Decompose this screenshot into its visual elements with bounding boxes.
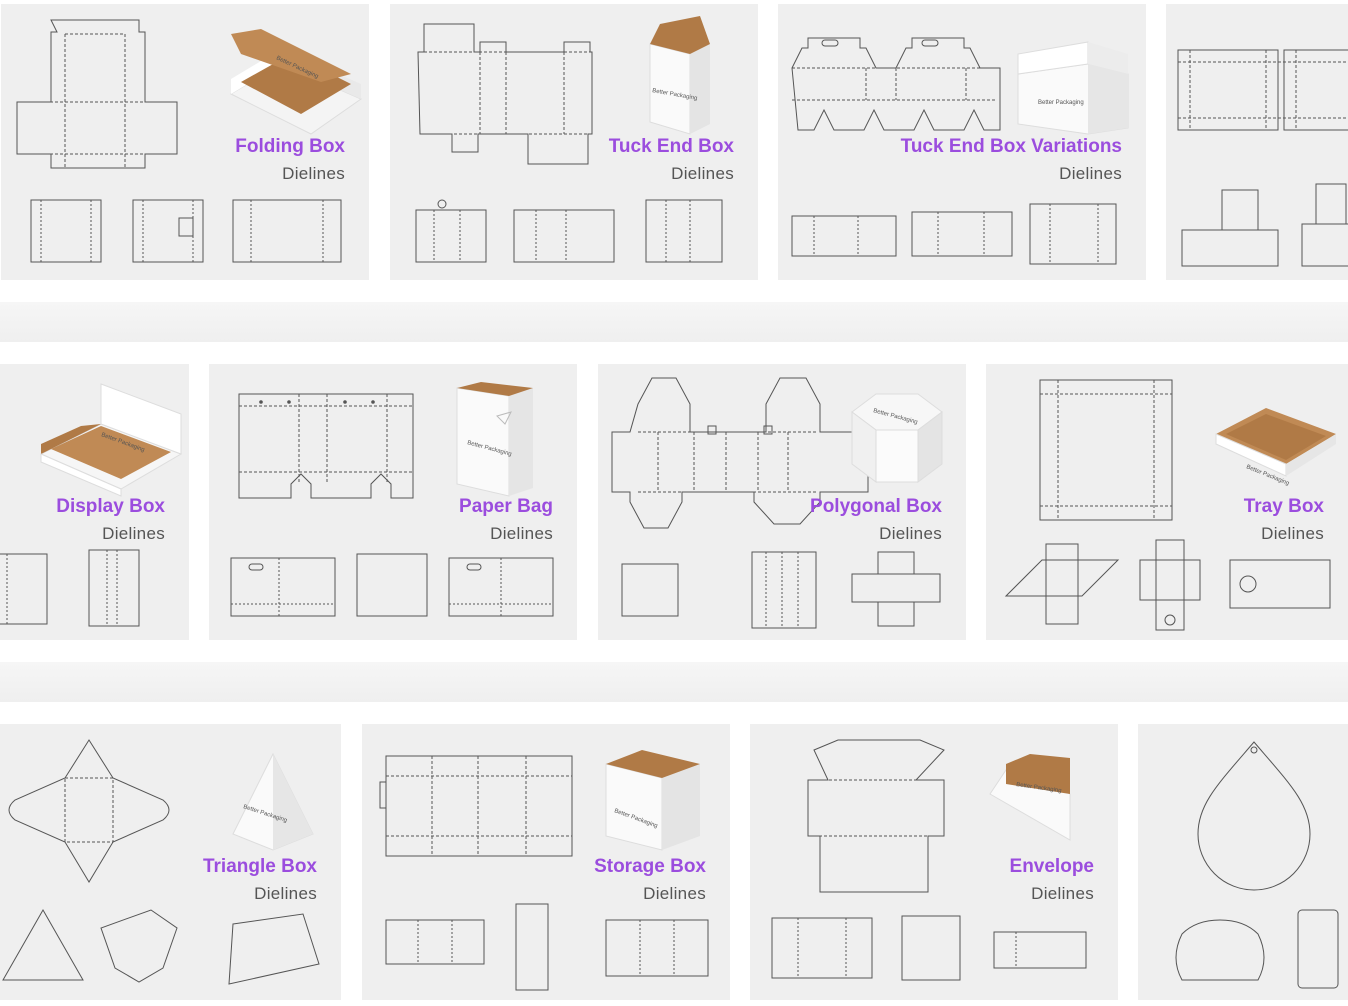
card-storage-box[interactable]: Better Packaging Storage Box Dielines — [362, 724, 730, 1000]
card-subtitle: Dielines — [1031, 884, 1094, 903]
tuck-end-box-variations-mockup: Better Packaging — [1017, 41, 1129, 135]
card-subtitle: Dielines — [254, 884, 317, 903]
folding-box-mockup: Better Packaging — [229, 29, 363, 135]
row-separator — [0, 662, 1348, 702]
paper-bag-mockup: Better Packaging — [456, 382, 533, 497]
polygonal-box-mockup: Better Packaging — [851, 393, 943, 483]
card-subtitle: Dielines — [282, 164, 345, 183]
card-polygonal-box[interactable]: Better Packaging Polygonal Box Dielines — [598, 364, 966, 640]
card-title[interactable]: Tuck End Box Variations — [901, 136, 1122, 158]
card-subtitle: Dielines — [490, 524, 553, 543]
card-tuck-end-box-variations[interactable]: Better Packaging Tuck End Box Variations… — [778, 4, 1146, 280]
triangle-box-mockup: Better Packaging — [232, 752, 314, 851]
card-subtitle: Dielines — [1059, 164, 1122, 183]
card-display-box[interactable]: Better Packaging Display Box Dielines — [0, 364, 189, 640]
card-title[interactable]: Tuck End Box — [609, 136, 734, 158]
display-box-mockup: Better Packaging — [39, 383, 183, 497]
card-subtitle: Dielines — [1261, 524, 1324, 543]
card-tuck-end-box[interactable]: Better Packaging Tuck End Box Dielines — [390, 4, 758, 280]
gallery-row: Better Packaging Display Box Dielines Be… — [0, 364, 1348, 640]
card-partial[interactable] — [1166, 4, 1348, 280]
gallery-row: Better Packaging Folding Box Dielines Be… — [0, 4, 1348, 280]
card-paper-bag[interactable]: Better Packaging Paper Bag Dielines — [209, 364, 577, 640]
brand-text: Better Packaging — [1038, 100, 1084, 106]
card-title[interactable]: Envelope — [1010, 856, 1094, 878]
card-subtitle: Dielines — [102, 524, 165, 543]
card-triangle-box[interactable]: Better Packaging Triangle Box Dielines — [0, 724, 341, 1000]
storage-box-mockup: Better Packaging — [605, 750, 700, 851]
card-subtitle: Dielines — [879, 524, 942, 543]
card-title[interactable]: Storage Box — [594, 856, 706, 878]
tuck-end-box-mockup: Better Packaging — [649, 16, 710, 135]
card-title[interactable]: Paper Bag — [459, 496, 553, 518]
card-title[interactable]: Tray Box — [1244, 496, 1324, 518]
tag-dieline — [1175, 741, 1339, 989]
gallery-row: Better Packaging Triangle Box Dielines B… — [0, 724, 1348, 1006]
card-tray-box[interactable]: Better Packaging Tray Box Dielines — [986, 364, 1348, 640]
card-subtitle: Dielines — [643, 884, 706, 903]
card-partial[interactable] — [1138, 724, 1348, 1000]
tray-box-mockup: Better Packaging — [1215, 408, 1336, 487]
card-subtitle: Dielines — [671, 164, 734, 183]
envelope-mockup: Better Packaging — [989, 754, 1071, 841]
card-title[interactable]: Polygonal Box — [810, 496, 942, 518]
card-envelope[interactable]: Better Packaging Envelope Dielines — [750, 724, 1118, 1000]
partial-dieline — [1177, 49, 1348, 267]
row-separator — [0, 302, 1348, 342]
card-title[interactable]: Display Box — [56, 496, 165, 518]
card-folding-box[interactable]: Better Packaging Folding Box Dielines — [1, 4, 369, 280]
card-title[interactable]: Folding Box — [235, 136, 345, 158]
card-title[interactable]: Triangle Box — [203, 856, 317, 878]
